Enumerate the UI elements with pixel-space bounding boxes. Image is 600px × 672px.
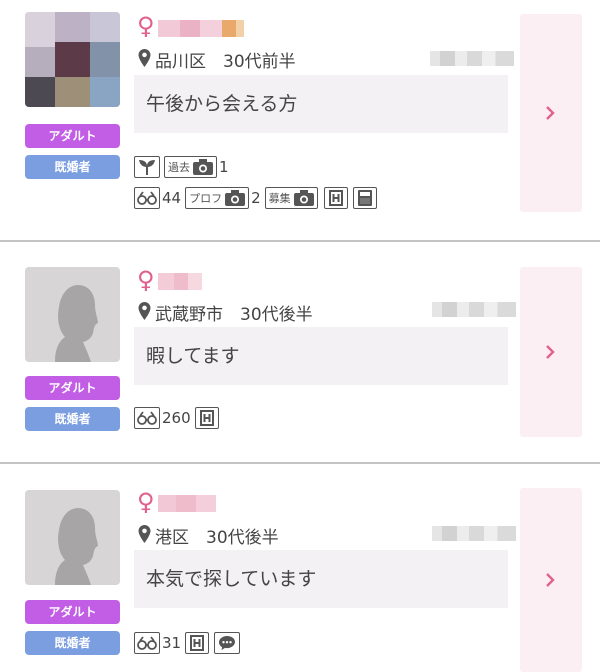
married-badge: 既婚者 bbox=[25, 631, 120, 655]
last-login-blurred bbox=[430, 51, 514, 66]
avatar-photo[interactable] bbox=[25, 12, 120, 107]
detail-arrow-button[interactable] bbox=[520, 14, 582, 212]
profile-card-3[interactable]: アダルト 既婚者 ♀ 港区 30代後半 本気で探しています 31 bbox=[0, 464, 600, 672]
detail-arrow-button[interactable] bbox=[520, 267, 582, 437]
last-login-blurred bbox=[432, 302, 516, 317]
person-silhouette-icon bbox=[55, 508, 98, 585]
footprints-icon bbox=[134, 632, 160, 654]
icon-row-1: 260 bbox=[134, 406, 219, 430]
message-box: 午後から会える方 bbox=[134, 75, 508, 133]
profile-photo-icon: プロフ bbox=[185, 187, 250, 209]
chat-bubble-icon bbox=[214, 632, 241, 654]
sprout-icon bbox=[134, 156, 160, 178]
female-icon: ♀ bbox=[137, 488, 155, 516]
icon-row-1: 31 bbox=[134, 631, 241, 655]
adult-badge: アダルト bbox=[25, 600, 120, 624]
profile-card-1[interactable]: アダルト 既婚者 ♀ 品川区 30代前半 午後から会える方 過去 1 44 プロ… bbox=[0, 0, 600, 240]
recruit-photo-icon: 募集 bbox=[264, 187, 318, 209]
chevron-right-icon bbox=[546, 573, 555, 587]
adult-badge: アダルト bbox=[25, 124, 120, 148]
chevron-right-icon bbox=[546, 106, 555, 120]
nickname-blurred bbox=[158, 495, 216, 512]
hotel-h-icon bbox=[185, 632, 210, 654]
female-icon: ♀ bbox=[137, 12, 155, 40]
icon-row-1: 過去 1 bbox=[134, 155, 233, 179]
views-count: 44 bbox=[162, 189, 182, 207]
location-age: 武蔵野市 30代後半 bbox=[155, 305, 313, 325]
message-box: 本気で探しています bbox=[134, 550, 508, 608]
message-box: 暇してます bbox=[134, 327, 508, 385]
avatar-default[interactable] bbox=[25, 267, 120, 362]
last-login-blurred bbox=[432, 526, 516, 541]
past-photo-count: 1 bbox=[219, 158, 229, 176]
location-pin-icon bbox=[138, 49, 151, 67]
past-photo-label: 過去 bbox=[168, 161, 190, 174]
hotel-h-icon bbox=[323, 187, 348, 209]
nickname-blurred bbox=[158, 20, 244, 37]
hotel-h-icon bbox=[194, 407, 219, 429]
adult-badge: アダルト bbox=[25, 376, 120, 400]
location-pin-icon bbox=[138, 302, 151, 320]
footprints-icon bbox=[134, 407, 160, 429]
married-badge: 既婚者 bbox=[25, 155, 120, 179]
footprints-icon bbox=[134, 187, 160, 209]
married-badge: 既婚者 bbox=[25, 407, 120, 431]
avatar-default[interactable] bbox=[25, 490, 120, 585]
location-pin-icon bbox=[138, 525, 151, 543]
female-icon: ♀ bbox=[137, 266, 155, 294]
views-count: 31 bbox=[162, 634, 182, 652]
nickname-blurred bbox=[158, 273, 202, 290]
icon-row-2: 44 プロフ 2 募集 bbox=[134, 186, 377, 210]
profile-card-2[interactable]: アダルト 既婚者 ♀ 武蔵野市 30代後半 暇してます 260 bbox=[0, 242, 600, 462]
location-age: 品川区 30代前半 bbox=[155, 52, 296, 72]
person-silhouette-icon bbox=[55, 285, 98, 362]
past-photo-icon: 過去 bbox=[164, 156, 217, 178]
recruit-photo-label: 募集 bbox=[268, 192, 291, 205]
chevron-right-icon bbox=[546, 345, 555, 359]
views-count: 260 bbox=[162, 409, 191, 427]
profile-photo-count: 2 bbox=[251, 189, 261, 207]
detail-arrow-button[interactable] bbox=[520, 488, 582, 672]
profile-photo-label: プロフ bbox=[189, 192, 223, 205]
location-age: 港区 30代後半 bbox=[155, 528, 279, 548]
calculator-icon bbox=[352, 187, 377, 209]
